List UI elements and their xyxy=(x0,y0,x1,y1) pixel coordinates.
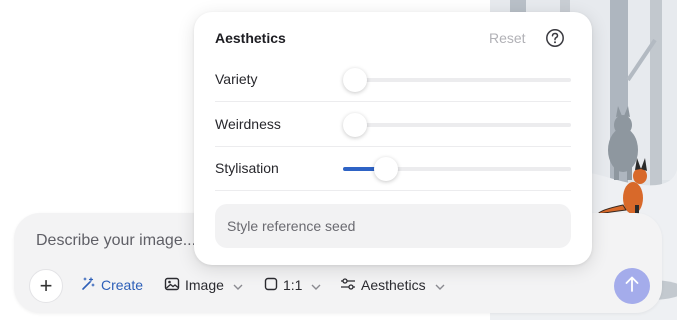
prompt-input[interactable] xyxy=(34,229,208,253)
create-button[interactable]: Create xyxy=(80,275,143,295)
slider-thumb[interactable] xyxy=(343,113,367,137)
stylisation-row: Stylisation xyxy=(215,146,571,191)
chevron-down-icon xyxy=(233,277,243,293)
style-reference-seed-input[interactable] xyxy=(215,204,571,248)
create-label: Create xyxy=(101,277,144,293)
weirdness-label: Weirdness xyxy=(215,116,281,132)
reset-button[interactable]: Reset xyxy=(489,30,526,46)
image-mode-dropdown[interactable]: Image xyxy=(164,275,243,295)
plus-icon: + xyxy=(39,273,53,298)
weirdness-row: Weirdness xyxy=(215,102,571,147)
aspect-ratio-dropdown[interactable]: 1:1 xyxy=(264,275,321,295)
add-button[interactable]: + xyxy=(29,269,63,303)
stylisation-label: Stylisation xyxy=(215,160,279,176)
arrow-up-icon xyxy=(624,275,640,298)
sliders-icon xyxy=(340,277,356,294)
send-button[interactable] xyxy=(614,268,650,304)
popover-title: Aesthetics xyxy=(215,30,286,46)
slider-thumb[interactable] xyxy=(343,68,367,92)
stylisation-slider[interactable] xyxy=(343,157,571,181)
help-icon[interactable] xyxy=(545,28,565,48)
variety-label: Variety xyxy=(215,71,258,87)
weirdness-slider[interactable] xyxy=(343,113,571,137)
aesthetics-popover: Aesthetics Reset Variety Weirdness Styli… xyxy=(194,12,592,265)
variety-slider[interactable] xyxy=(343,68,571,92)
variety-row: Variety xyxy=(215,57,571,102)
aspect-ratio-label: 1:1 xyxy=(283,277,303,293)
slider-thumb[interactable] xyxy=(373,157,398,181)
image-icon xyxy=(164,276,180,295)
chevron-down-icon xyxy=(435,277,445,293)
chevron-down-icon xyxy=(311,277,321,293)
aesthetics-label: Aesthetics xyxy=(361,277,426,293)
square-icon xyxy=(264,277,278,294)
image-mode-label: Image xyxy=(185,277,224,293)
aesthetics-dropdown[interactable]: Aesthetics xyxy=(340,275,445,295)
magic-wand-icon xyxy=(80,276,96,295)
